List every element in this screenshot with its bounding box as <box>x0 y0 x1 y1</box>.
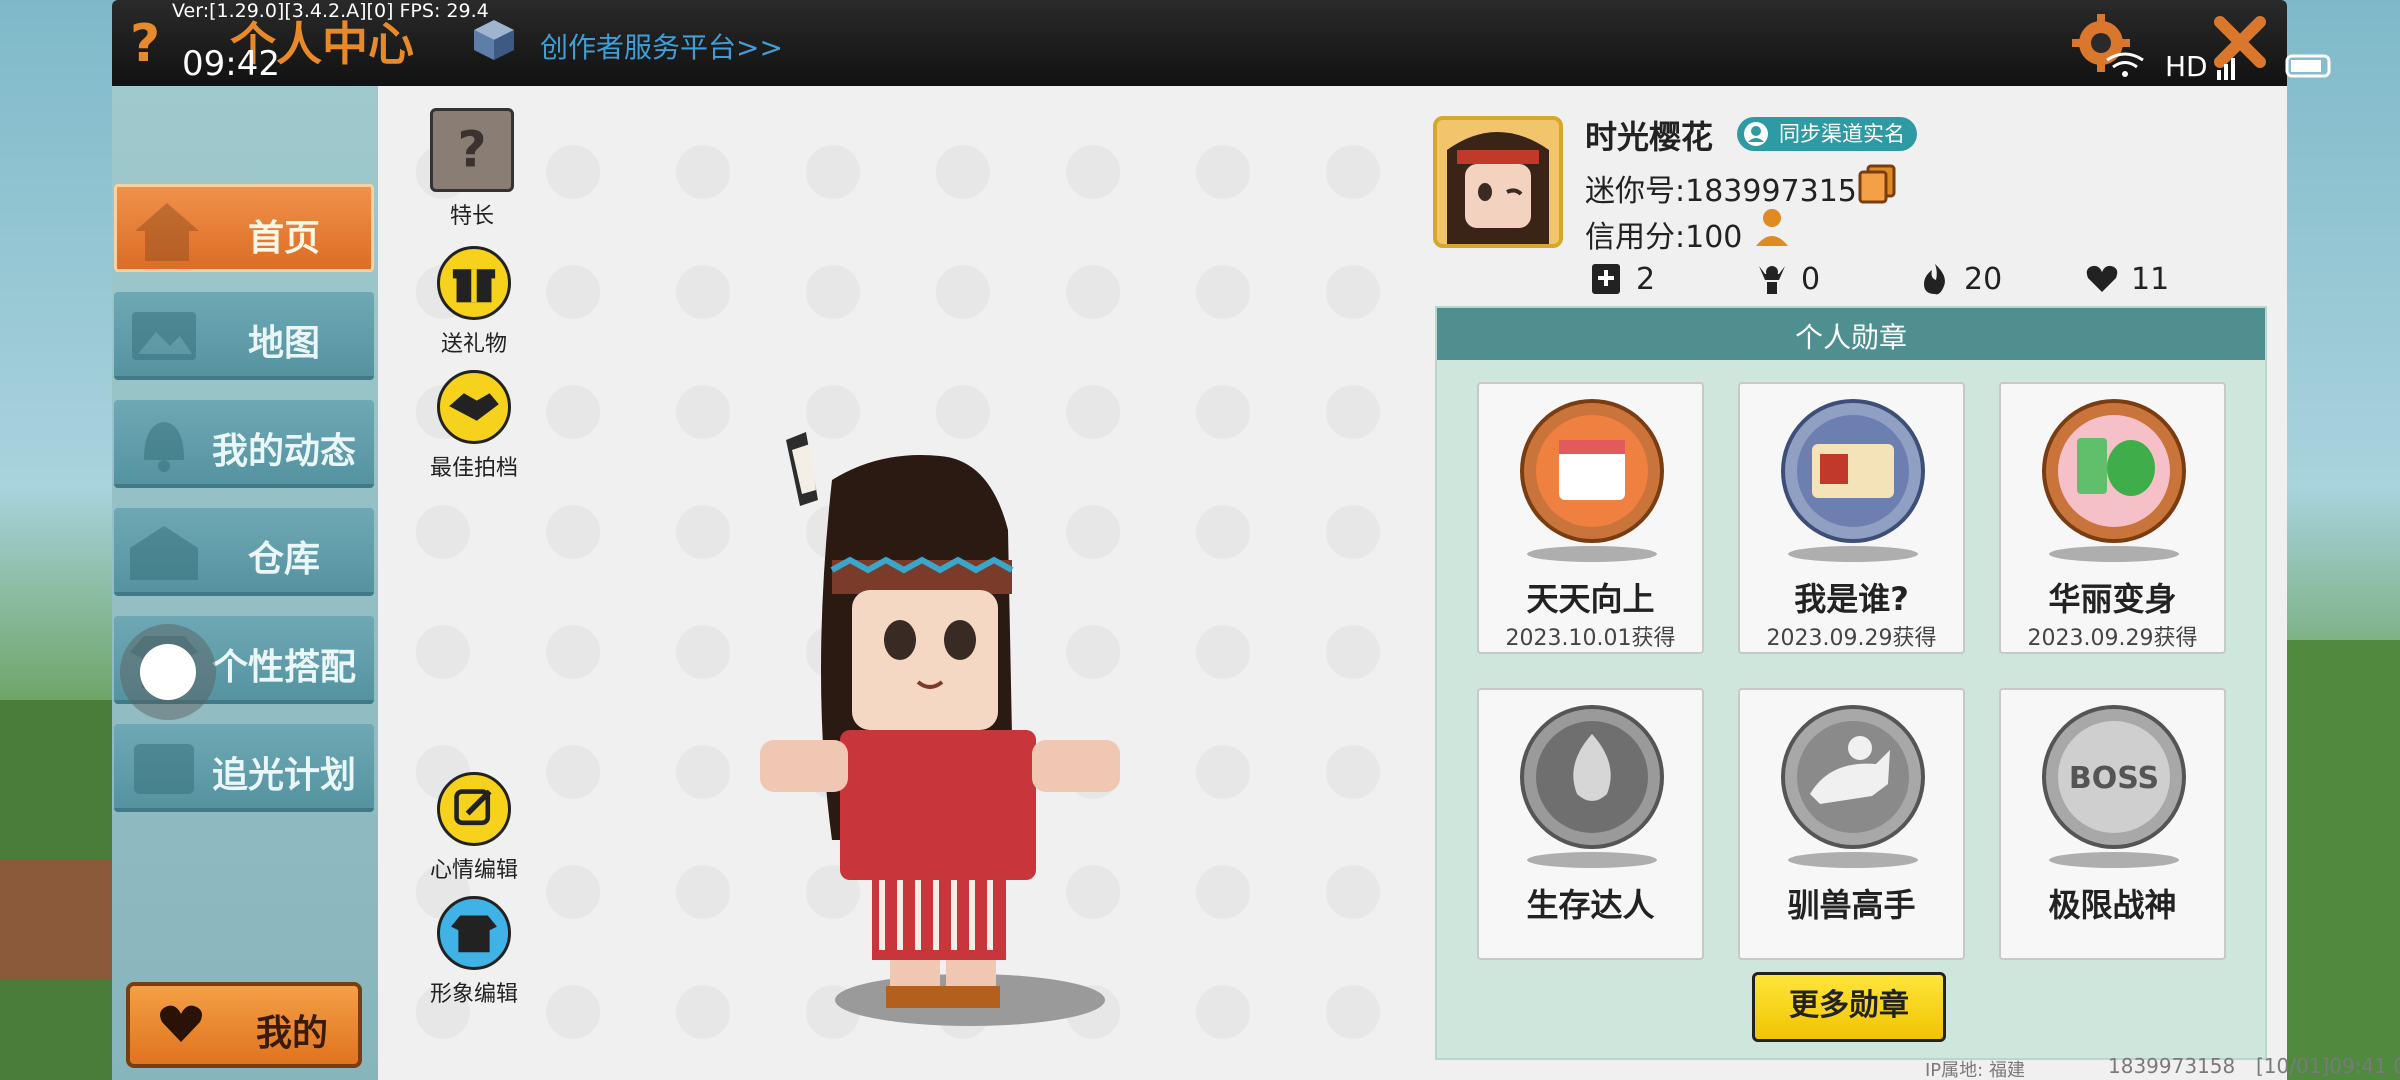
gift-button[interactable]: 送礼物 <box>414 246 534 358</box>
sidebar-item-label: 我的动态 <box>211 431 356 472</box>
realname-badge-label: 同步渠道实名 <box>1779 122 1905 146</box>
calendar-medal-icon <box>1520 399 1664 543</box>
copy-icon[interactable] <box>1858 164 1896 204</box>
id-card-medal-icon <box>1781 399 1925 543</box>
medal-shadow <box>2049 852 2179 868</box>
medal-panel-title: 个人勋章 <box>1794 321 1907 354</box>
gift-icon <box>437 246 511 320</box>
sidebar-item-label: 仓库 <box>247 539 320 580</box>
credit-user-icon[interactable] <box>1752 206 1792 250</box>
medal-card[interactable]: 驯兽高手 <box>1738 688 1965 960</box>
creator-cube-icon[interactable] <box>472 18 516 62</box>
sidebar-item-home[interactable]: 首页 <box>114 184 374 272</box>
help-icon[interactable]: ? <box>130 14 166 74</box>
sidebar-item-label: 个性搭配 <box>211 647 356 688</box>
rider-medal-icon <box>1781 705 1925 849</box>
medal-card[interactable]: 生存达人 <box>1477 688 1704 960</box>
sidebar-item-label: 追光计划 <box>211 755 356 796</box>
footer-time: [10/01]09:41 0 <box>2256 1054 2400 1078</box>
sidebar-item-warehouse[interactable]: 仓库 <box>114 508 374 596</box>
medal-name: 我是谁? <box>1794 580 1909 618</box>
sidebar-item-activity[interactable]: 我的动态 <box>114 400 374 488</box>
medal-date: 2023.09.29获得 <box>1766 626 1937 651</box>
stat-plus-value: 2 <box>1636 262 1656 297</box>
medal-shadow <box>1788 546 1918 562</box>
best-photo-button[interactable]: 最佳拍档 <box>414 370 534 482</box>
home-icon <box>135 203 199 261</box>
mini-id: 迷你号:1839973158 <box>1585 174 1876 209</box>
heart-icon <box>2086 265 2118 292</box>
medal-name: 极限战神 <box>2048 886 2177 924</box>
image-edit-label: 形象编辑 <box>429 982 518 1007</box>
medal-shadow <box>2049 546 2179 562</box>
medal-card[interactable]: BOSS 极限战神 <box>1999 688 2226 960</box>
plus-bookmark-icon <box>1592 264 1620 294</box>
footer-uid: 1839973158 <box>2108 1054 2236 1078</box>
sidebar-item-plan[interactable]: 追光计划 <box>114 724 374 812</box>
map-icon <box>132 312 196 360</box>
sidebar-item-label: 首页 <box>247 218 320 259</box>
medal-panel: 个人勋章 天天向上 2023.10.01获得 我是谁? 2023.09.29获得 <box>1435 306 2267 1060</box>
gift-label: 送礼物 <box>440 332 507 357</box>
creator-platform-link[interactable]: 创作者服务平台>> <box>540 26 783 66</box>
mood-edit-label: 心情编辑 <box>429 858 518 883</box>
warehouse-icon <box>130 526 198 580</box>
best-photo-label: 最佳拍档 <box>429 456 518 481</box>
joystick-knob[interactable] <box>140 644 196 700</box>
stat-fans-value: 0 <box>1801 262 1821 297</box>
medal-date: 2023.10.01获得 <box>1505 626 1676 651</box>
medal-name: 华丽变身 <box>2048 580 2177 618</box>
ip-location: IP属地: 福建 <box>1925 1060 2025 1080</box>
credit-score: 信用分:100 <box>1585 220 1743 255</box>
bell-icon <box>144 422 184 472</box>
mood-edit-button[interactable]: 心情编辑 <box>414 772 534 884</box>
sidebar-item-map[interactable]: 地图 <box>114 292 374 380</box>
medal-card[interactable]: 天天向上 2023.10.01获得 <box>1477 382 1704 654</box>
background-hill-right <box>2285 640 2400 1080</box>
svg-text:BOSS: BOSS <box>2069 761 2159 796</box>
background-block <box>0 860 120 980</box>
clothes-icon <box>437 896 511 970</box>
svg-text:?: ? <box>457 120 486 179</box>
heart-icon <box>160 1005 202 1042</box>
me-button[interactable]: 我的 <box>126 982 362 1068</box>
medal-shadow <box>1788 852 1918 868</box>
medal-card[interactable]: 华丽变身 2023.09.29获得 <box>1999 382 2226 654</box>
campfire-medal-icon <box>1520 705 1664 849</box>
plan-icon <box>134 744 194 794</box>
medal-name: 生存达人 <box>1526 886 1655 924</box>
user-verified-icon <box>1744 122 1768 146</box>
edit-icon <box>437 772 511 846</box>
boss-medal-icon: BOSS <box>2042 705 2186 849</box>
dinosaur-medal-icon <box>2042 399 2186 543</box>
avatar-portrait-icon <box>1437 120 1559 244</box>
image-edit-button[interactable]: 形象编辑 <box>414 896 534 1008</box>
question-icon: ? <box>430 108 514 192</box>
profile-nickname: 时光樱花 <box>1585 118 1714 156</box>
medal-shadow <box>1527 546 1657 562</box>
medal-shadow <box>1527 852 1657 868</box>
sidebar-item-label: 地图 <box>247 323 320 364</box>
status-icons <box>2106 52 2331 80</box>
medal-date: 2023.09.29获得 <box>2027 626 2198 651</box>
specialty-label: 特长 <box>449 204 494 229</box>
debug-version-text: Ver:[1.29.0][3.4.2.A][0] FPS: 29.4 <box>172 0 489 22</box>
status-clock: 09:42 <box>182 44 280 84</box>
player-avatar-figure[interactable] <box>740 420 1180 1040</box>
medal-name: 驯兽高手 <box>1787 886 1916 924</box>
me-button-label: 我的 <box>256 1013 329 1054</box>
medal-name: 天天向上 <box>1526 580 1655 618</box>
more-medals-button[interactable]: 更多勋章 <box>1752 972 1946 1042</box>
virtual-joystick[interactable] <box>120 624 216 720</box>
stat-fire-value: 20 <box>1964 262 2003 297</box>
trophy-person-icon <box>1759 266 1785 294</box>
medal-panel-header: 个人勋章 <box>1437 308 2265 360</box>
stat-likes-value: 11 <box>2131 262 2170 297</box>
profile-avatar[interactable] <box>1433 116 1563 248</box>
flame-icon <box>1924 264 1945 295</box>
specialty-button[interactable]: ? 特长 <box>412 108 532 230</box>
handshake-icon <box>437 370 511 444</box>
realname-badge[interactable]: 同步渠道实名 <box>1737 117 1917 151</box>
medal-card[interactable]: 我是谁? 2023.09.29获得 <box>1738 382 1965 654</box>
